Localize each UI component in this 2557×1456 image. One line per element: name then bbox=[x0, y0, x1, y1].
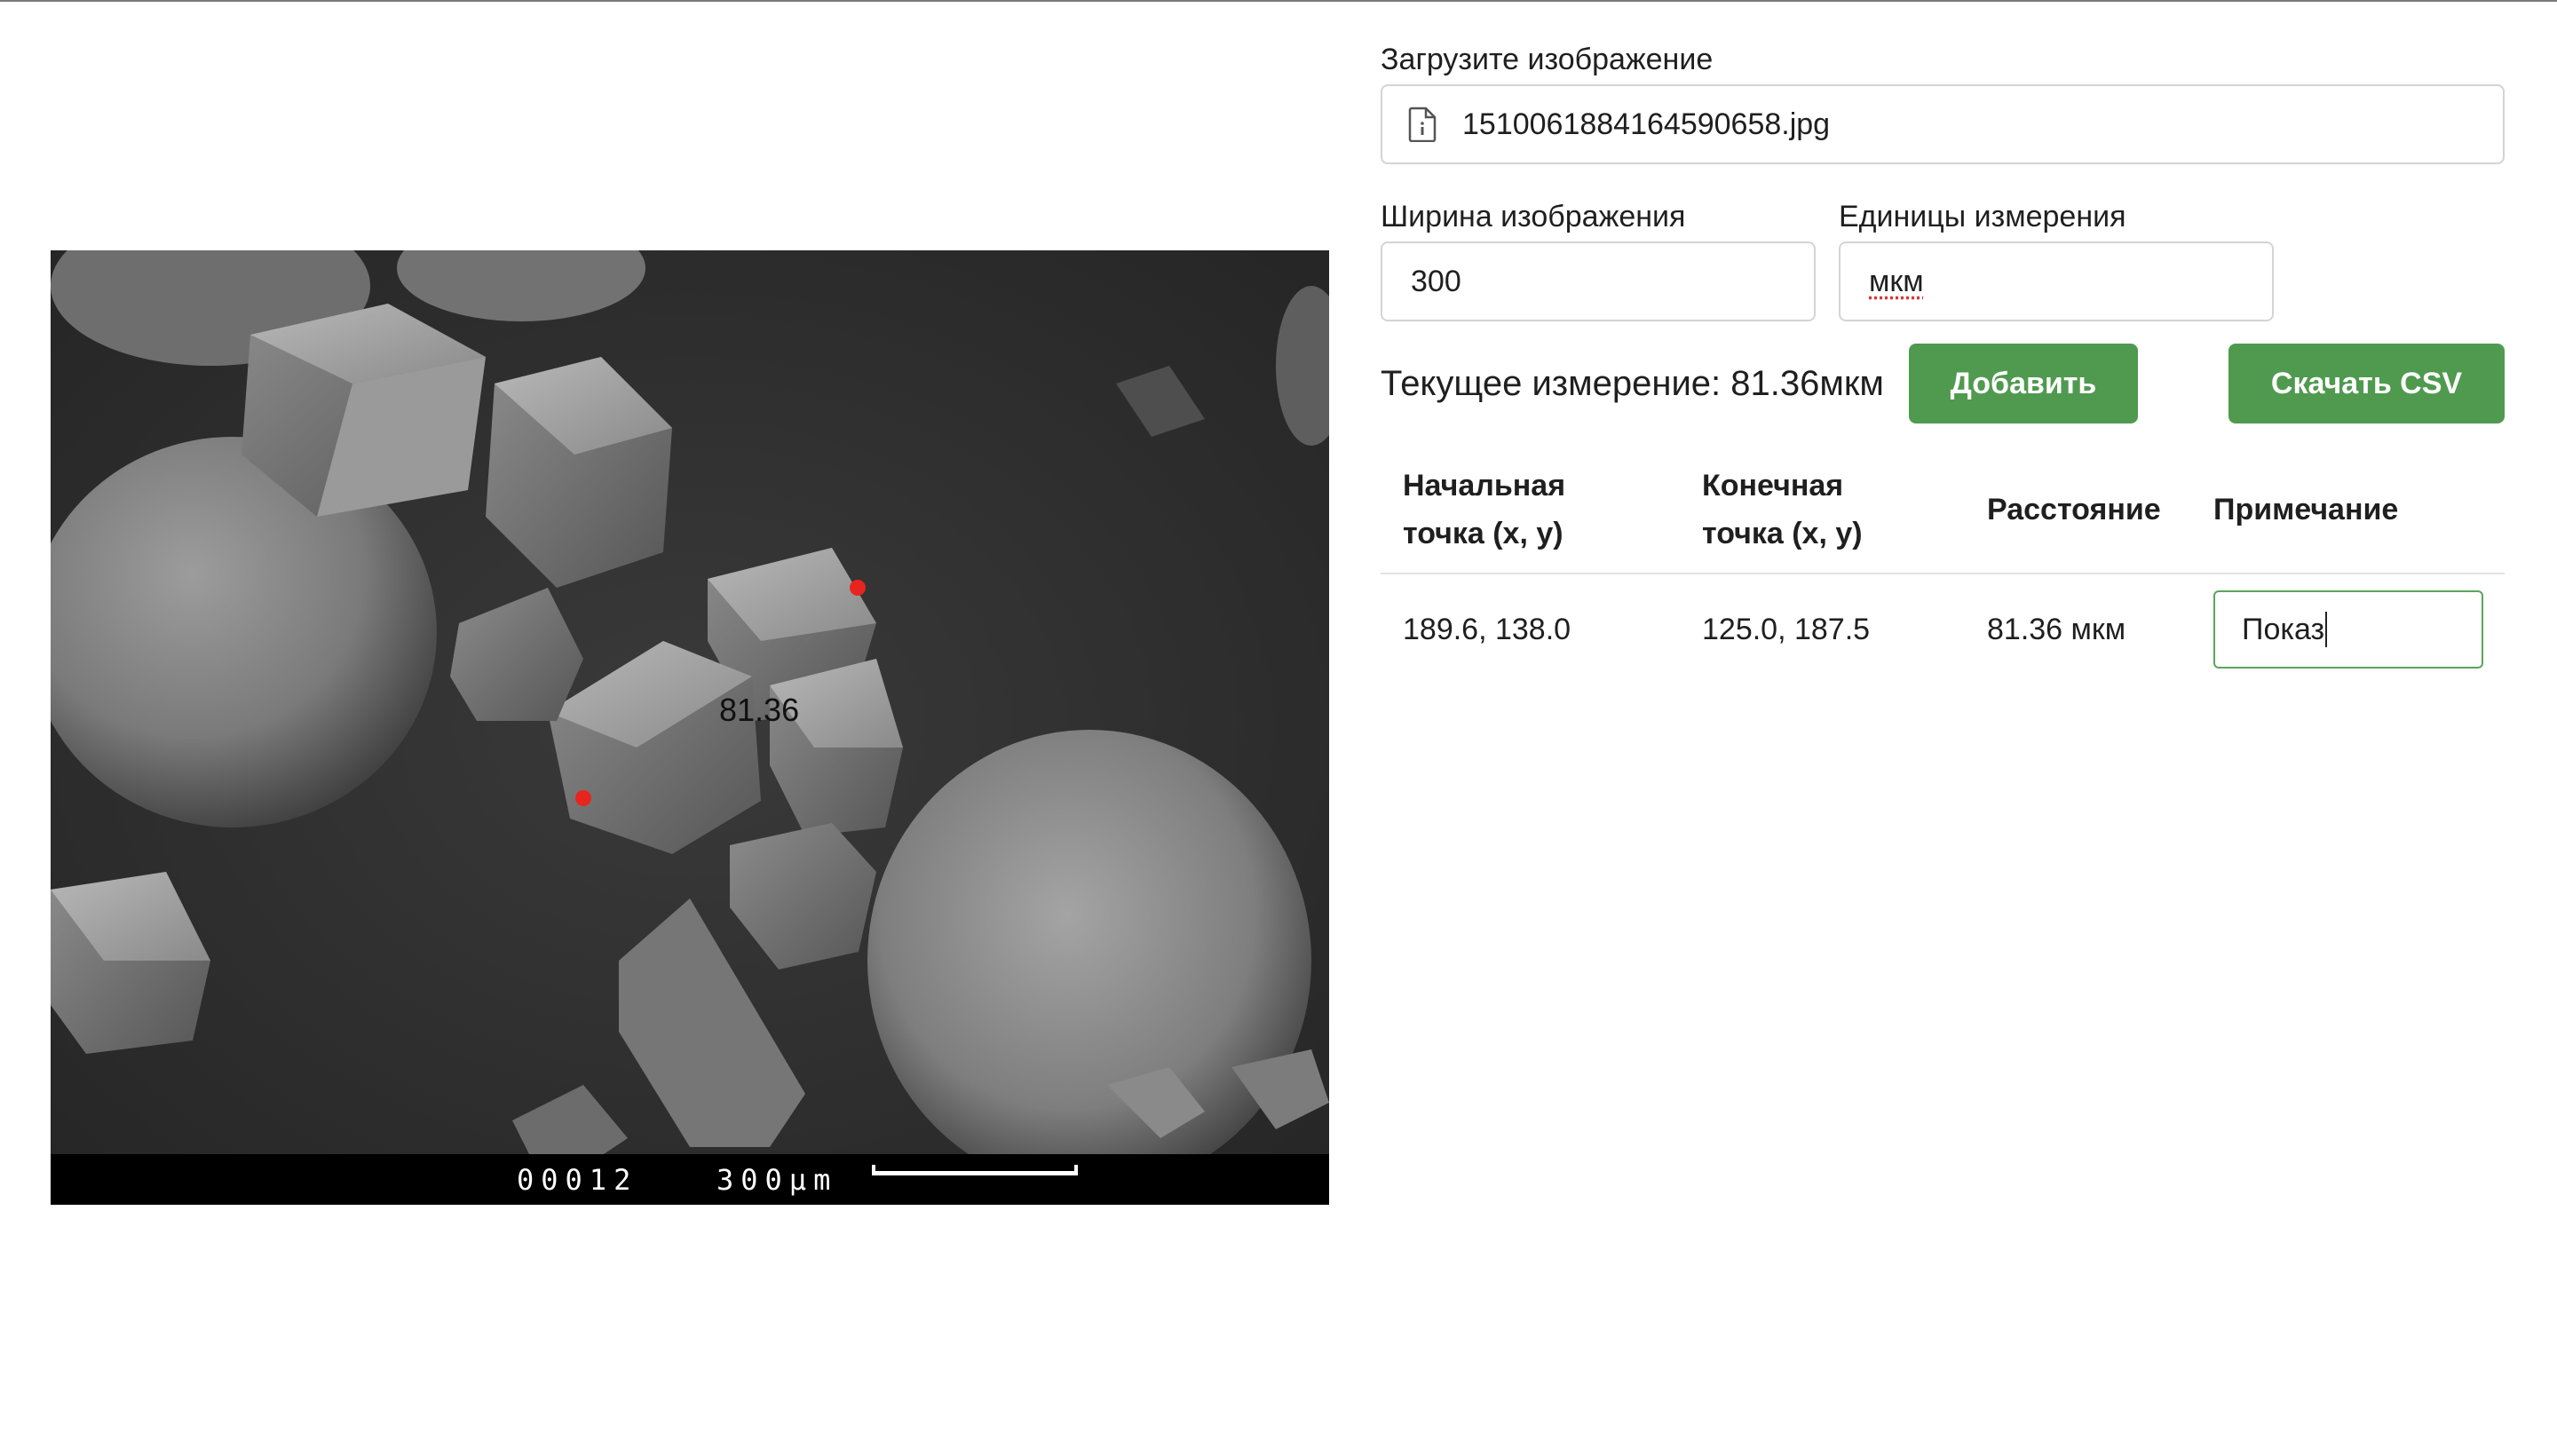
cell-end-point: 125.0, 187.5 bbox=[1702, 613, 1871, 646]
scale-code: 00012 bbox=[517, 1163, 637, 1197]
scale-bar bbox=[872, 1171, 1078, 1175]
file-input[interactable]: 1510061884164590658.jpg bbox=[1381, 84, 2505, 164]
measure-point-start[interactable] bbox=[850, 580, 866, 596]
column-header-end: Конечная точка (x, y) bbox=[1702, 469, 1863, 550]
units-input[interactable]: мкм bbox=[1839, 241, 2274, 321]
cell-distance: 81.36 мкм bbox=[1987, 613, 2126, 646]
column-header-note: Примечание bbox=[2213, 493, 2399, 526]
table-header-divider bbox=[1381, 573, 2505, 574]
units-label: Единицы измерения bbox=[1839, 200, 2126, 233]
scale-text: 300μm bbox=[716, 1163, 837, 1197]
micrograph-image: 00012 300μm 81.36 bbox=[51, 250, 1329, 1205]
measure-point-end[interactable] bbox=[575, 790, 591, 806]
file-name: 1510061884164590658.jpg bbox=[1462, 107, 1831, 141]
upload-label: Загрузите изображение bbox=[1381, 43, 1714, 76]
text-caret bbox=[2325, 612, 2328, 647]
file-info-icon bbox=[1407, 107, 1437, 143]
download-csv-button[interactable]: Скачать CSV bbox=[2228, 344, 2505, 423]
add-button[interactable]: Добавить bbox=[1909, 344, 2138, 423]
units-value: мкм bbox=[1869, 264, 1924, 298]
top-border bbox=[0, 0, 2557, 2]
note-input[interactable]: Показ bbox=[2213, 590, 2483, 669]
measurement-label: 81.36 bbox=[719, 692, 799, 728]
note-value: Показ bbox=[2242, 612, 2325, 646]
image-width-input[interactable]: 300 bbox=[1381, 241, 1816, 321]
measurement-canvas[interactable]: 00012 300μm 81.36 bbox=[51, 250, 1329, 1205]
column-header-distance: Расстояние bbox=[1987, 493, 2161, 526]
column-header-start: Начальная точка (x, y) bbox=[1403, 469, 1566, 550]
current-measurement: Текущее измерение: 81.36мкм bbox=[1381, 364, 1884, 403]
cell-start-point: 189.6, 138.0 bbox=[1403, 613, 1571, 646]
scale-bar-strip bbox=[51, 1154, 1329, 1205]
image-width-value: 300 bbox=[1411, 264, 1461, 298]
image-width-label: Ширина изображения bbox=[1381, 200, 1686, 233]
